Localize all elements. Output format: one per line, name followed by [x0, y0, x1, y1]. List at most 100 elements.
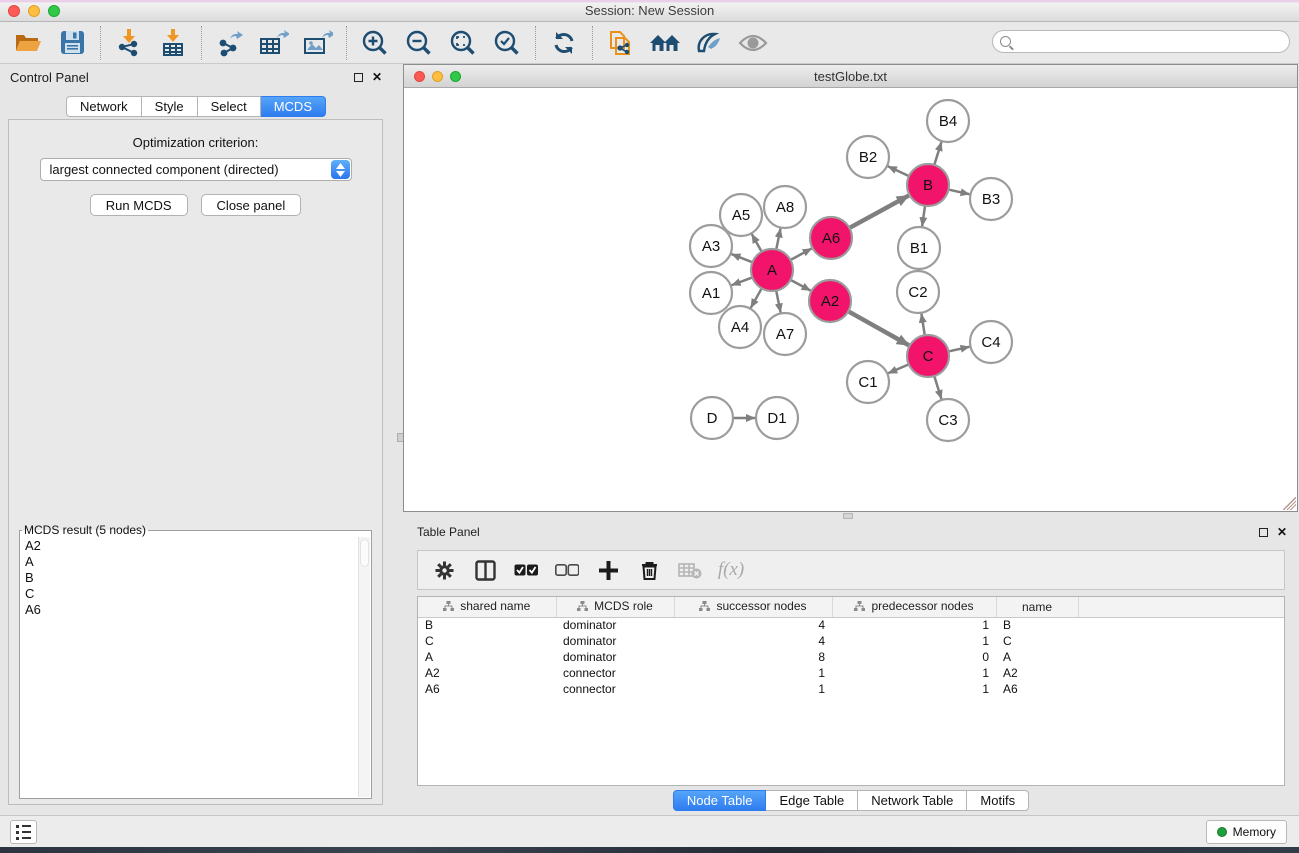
search-input[interactable] — [1015, 35, 1289, 49]
edge-B-B3[interactable] — [948, 190, 969, 195]
edge-C-C2[interactable] — [921, 314, 924, 336]
zoom-fit-icon[interactable] — [447, 27, 479, 59]
edge-A-A4[interactable] — [751, 288, 762, 308]
node-B2[interactable]: B2 — [847, 136, 889, 178]
zoom-in-icon[interactable] — [359, 27, 391, 59]
network-canvas[interactable]: B4B2BB3A8A5A6A3B1AA1C2A2A4A7C4CC1C3DD1 — [405, 89, 1296, 510]
table-row[interactable]: Bdominator41B — [418, 617, 1284, 633]
delete-table-icon[interactable] — [678, 558, 702, 582]
table-tab-motifs[interactable]: Motifs — [967, 790, 1029, 811]
close-panel-button[interactable]: Close panel — [201, 194, 302, 216]
edge-A-A5[interactable] — [752, 234, 762, 252]
mcds-result-item[interactable]: B — [21, 570, 358, 586]
edge-B-B4[interactable] — [934, 142, 941, 165]
export-network-icon[interactable] — [214, 27, 246, 59]
node-A6[interactable]: A6 — [810, 217, 852, 259]
mcds-result-list[interactable]: A2ABCA6 — [21, 537, 358, 797]
mcds-result-item[interactable]: A6 — [21, 602, 358, 618]
float-panel-icon[interactable] — [354, 73, 363, 82]
edge-A-A3[interactable] — [731, 254, 752, 262]
node-C2[interactable]: C2 — [897, 271, 939, 313]
add-column-icon[interactable] — [596, 558, 620, 582]
float-table-panel-icon[interactable] — [1259, 528, 1268, 537]
node-A5[interactable]: A5 — [720, 194, 762, 236]
network-zoom-button[interactable] — [450, 71, 461, 82]
deselect-all-icon[interactable] — [555, 558, 579, 582]
network-minimize-button[interactable] — [432, 71, 443, 82]
import-table-icon[interactable] — [157, 27, 189, 59]
network-graph[interactable]: B4B2BB3A8A5A6A3B1AA1C2A2A4A7C4CC1C3DD1 — [405, 89, 1296, 510]
table-options-icon[interactable] — [432, 558, 456, 582]
node-A7[interactable]: A7 — [764, 313, 806, 355]
node-D[interactable]: D — [691, 397, 733, 439]
edge-C-C1[interactable] — [888, 364, 909, 373]
mcds-result-item[interactable]: A2 — [21, 538, 358, 554]
tab-style[interactable]: Style — [142, 96, 198, 117]
column-header-shared-name[interactable]: shared name — [418, 597, 556, 617]
close-panel-icon[interactable]: ✕ — [372, 73, 382, 82]
edge-B-B1[interactable] — [922, 206, 925, 226]
close-table-panel-icon[interactable]: ✕ — [1277, 528, 1287, 537]
node-C1[interactable]: C1 — [847, 361, 889, 403]
open-file-icon[interactable] — [12, 27, 44, 59]
node-D1[interactable]: D1 — [756, 397, 798, 439]
node-A8[interactable]: A8 — [764, 186, 806, 228]
network-close-button[interactable] — [414, 71, 425, 82]
horizontal-splitter-grip[interactable] — [843, 513, 853, 519]
save-session-icon[interactable] — [56, 27, 88, 59]
edge-C-C3[interactable] — [934, 376, 941, 399]
task-history-button[interactable] — [10, 820, 37, 844]
criterion-dropdown[interactable]: largest connected component (directed) — [40, 158, 352, 181]
table-row[interactable]: A6connector11A6 — [418, 681, 1284, 697]
edge-A-A1[interactable] — [732, 277, 753, 285]
function-builder-icon[interactable]: f(x) — [719, 558, 743, 582]
node-B4[interactable]: B4 — [927, 100, 969, 142]
refresh-icon[interactable] — [548, 27, 580, 59]
edge-A-A6[interactable] — [790, 248, 811, 259]
edge-C-C4[interactable] — [948, 347, 969, 352]
edge-A-A8[interactable] — [776, 229, 780, 250]
edge-A-A7[interactable] — [776, 291, 780, 313]
node-B1[interactable]: B1 — [898, 227, 940, 269]
copy-network-icon[interactable] — [605, 27, 637, 59]
node-A2[interactable]: A2 — [809, 280, 851, 322]
column-header-MCDS-role[interactable]: MCDS role — [556, 597, 674, 617]
column-header-predecessor-nodes[interactable]: predecessor nodes — [832, 597, 996, 617]
mcds-result-item[interactable]: C — [21, 586, 358, 602]
import-network-icon[interactable] — [113, 27, 145, 59]
node-A1[interactable]: A1 — [690, 272, 732, 314]
node-B[interactable]: B — [907, 164, 949, 206]
column-header-name[interactable]: name — [996, 597, 1078, 617]
network-window-titlebar[interactable]: testGlobe.txt — [404, 65, 1297, 88]
memory-button[interactable]: Memory — [1206, 820, 1287, 844]
panel-mode-icon[interactable] — [473, 558, 497, 582]
node-A3[interactable]: A3 — [690, 225, 732, 267]
edge-A2-C[interactable] — [848, 311, 909, 345]
zoom-selected-icon[interactable] — [491, 27, 523, 59]
zoom-out-icon[interactable] — [403, 27, 435, 59]
export-image-icon[interactable] — [302, 27, 334, 59]
edge-A-A2[interactable] — [791, 280, 811, 291]
home-layout-icon[interactable] — [649, 27, 681, 59]
select-all-icon[interactable] — [514, 558, 538, 582]
mcds-list-scrollbar[interactable] — [358, 537, 370, 797]
node-A4[interactable]: A4 — [719, 306, 761, 348]
tab-network[interactable]: Network — [66, 96, 142, 117]
column-header-successor-nodes[interactable]: successor nodes — [674, 597, 832, 617]
hide-graphics-details-icon[interactable] — [737, 27, 769, 59]
window-resize-grip[interactable] — [1283, 497, 1296, 510]
edge-B-B2[interactable] — [888, 166, 909, 176]
table-tab-edge-table[interactable]: Edge Table — [766, 790, 858, 811]
run-mcds-button[interactable]: Run MCDS — [90, 194, 188, 216]
table-row[interactable]: A2connector11A2 — [418, 665, 1284, 681]
table-row[interactable]: Cdominator41C — [418, 633, 1284, 649]
tab-select[interactable]: Select — [198, 96, 261, 117]
node-table[interactable]: shared nameMCDS rolesuccessor nodesprede… — [417, 596, 1285, 786]
mcds-result-item[interactable]: A — [21, 554, 358, 570]
node-A[interactable]: A — [751, 249, 793, 291]
table-row[interactable]: Adominator80A — [418, 649, 1284, 665]
table-tab-node-table[interactable]: Node Table — [673, 790, 767, 811]
show-graphics-details-icon[interactable] — [693, 27, 725, 59]
node-C4[interactable]: C4 — [970, 321, 1012, 363]
node-C3[interactable]: C3 — [927, 399, 969, 441]
